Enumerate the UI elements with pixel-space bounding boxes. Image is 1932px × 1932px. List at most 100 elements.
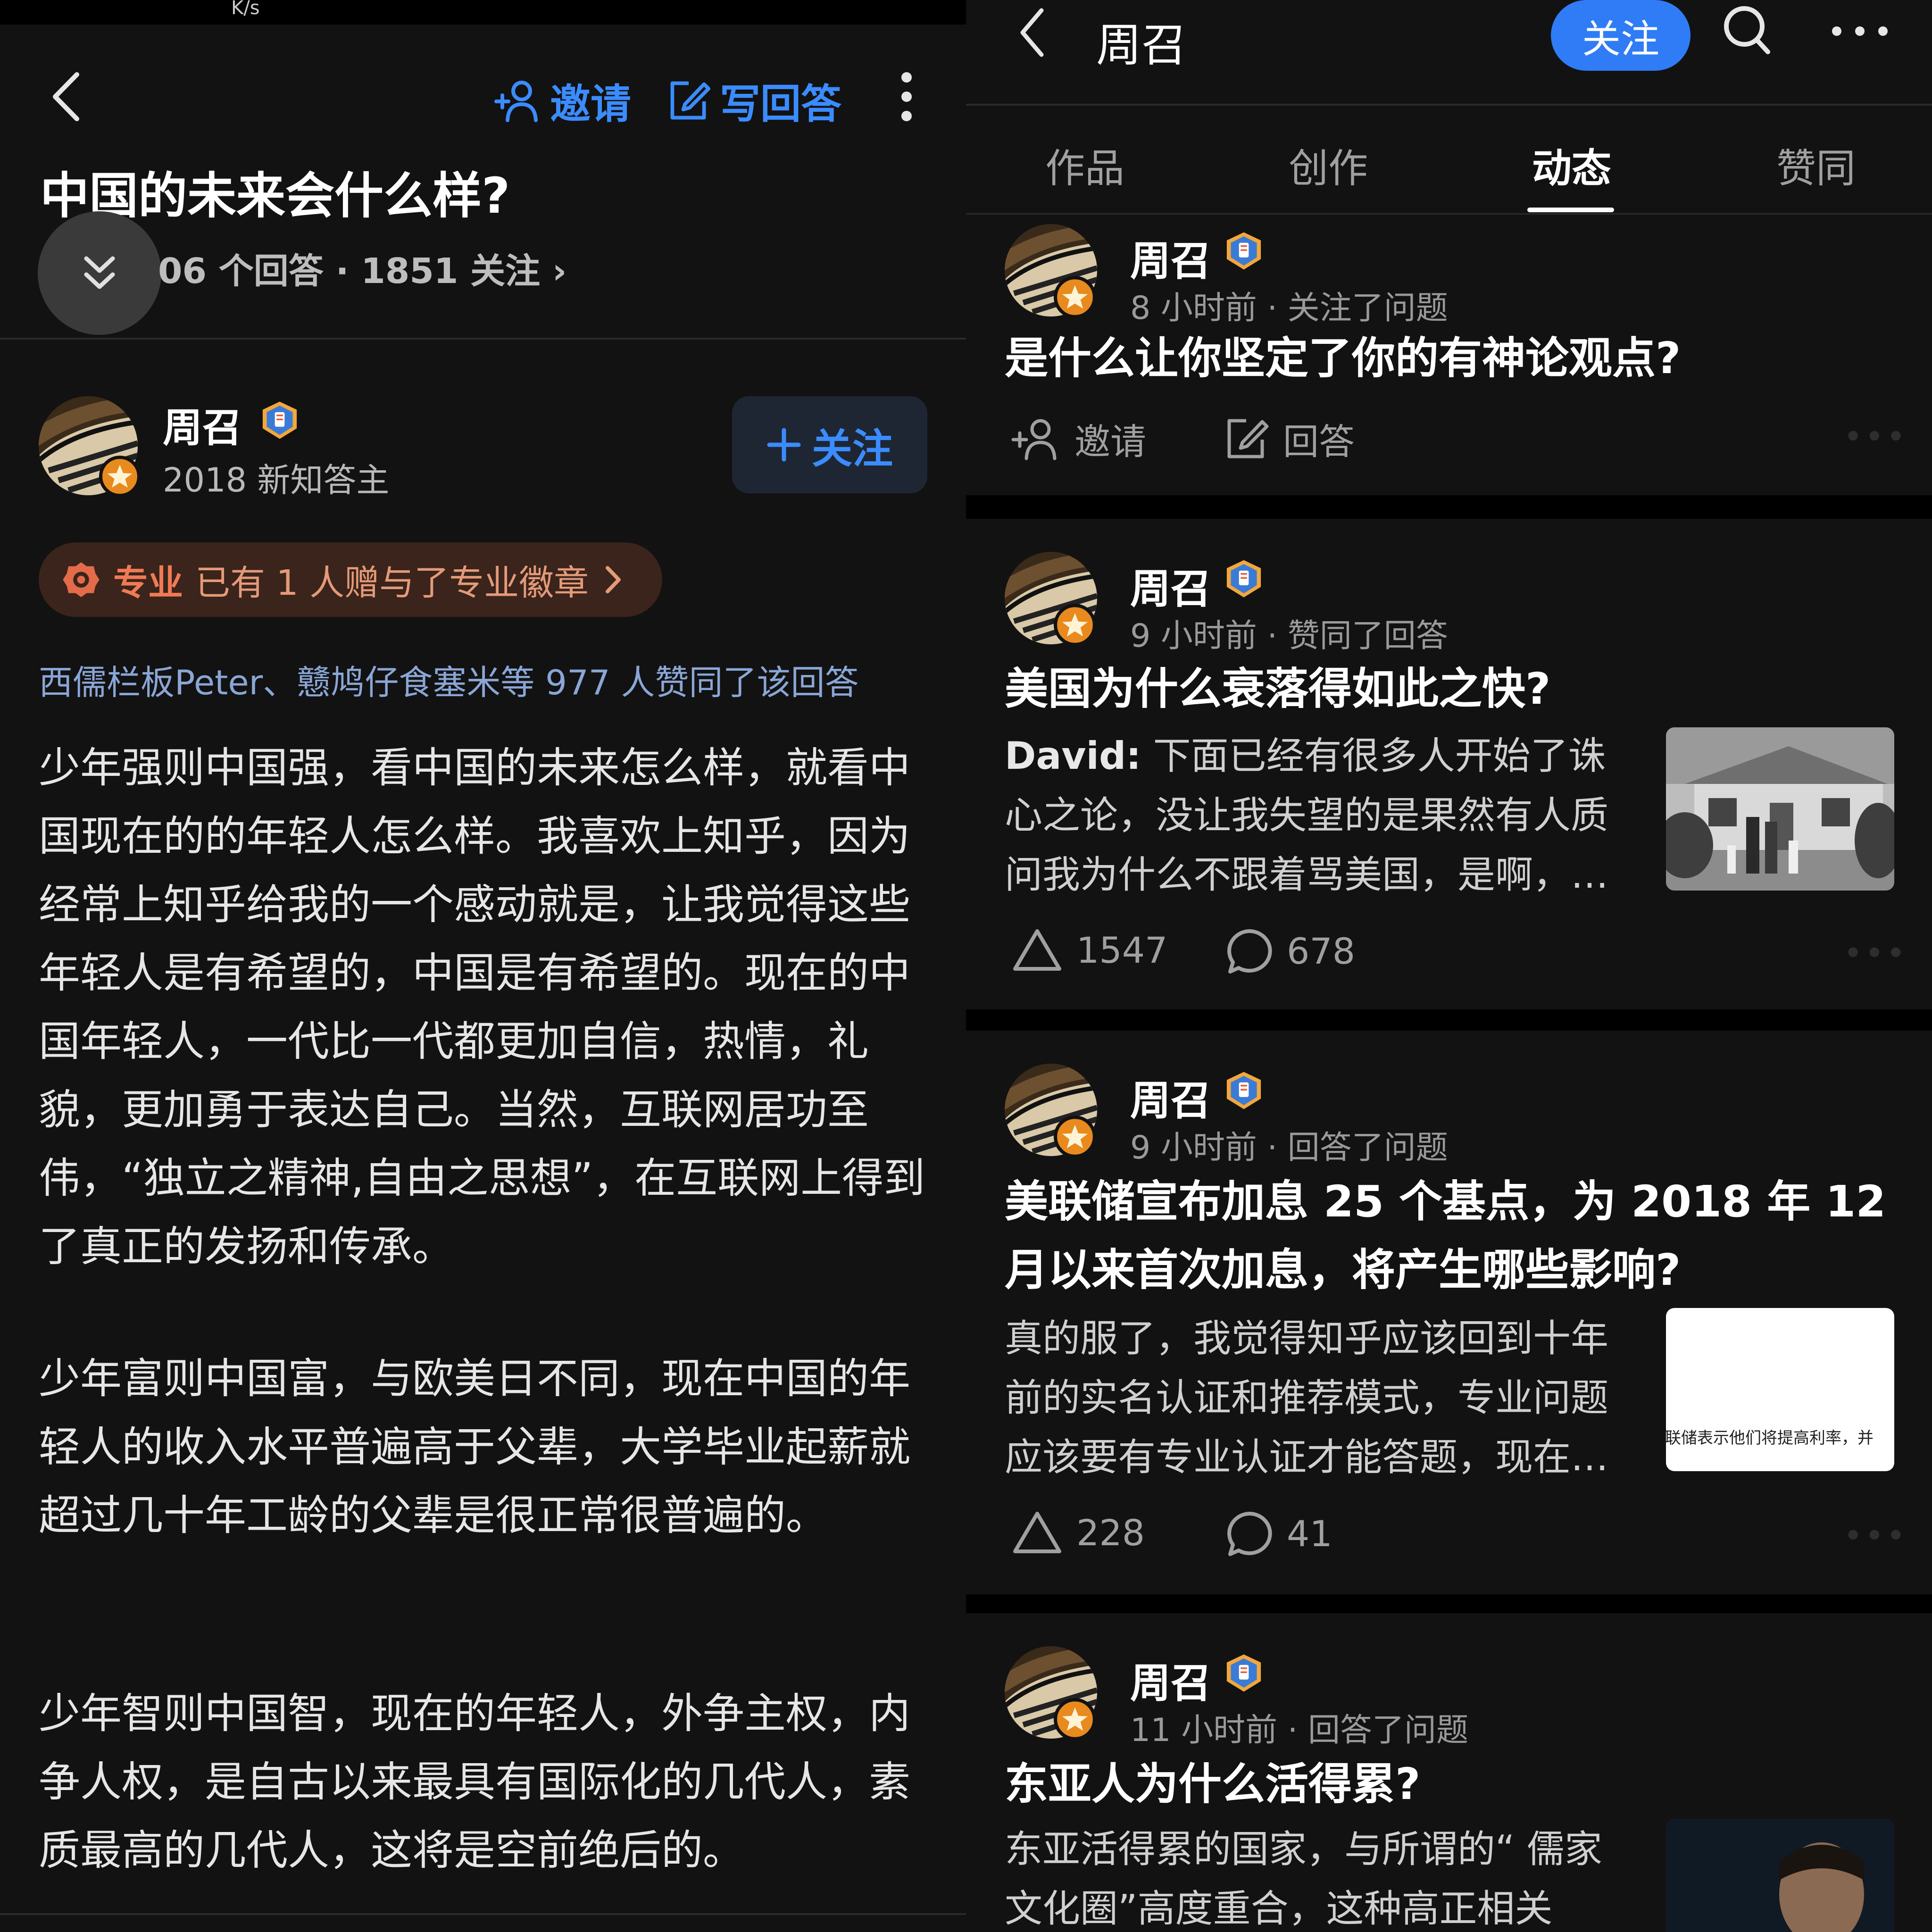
- author-name[interactable]: 周召: [1130, 1067, 1211, 1126]
- comment-count: 41: [1287, 1512, 1332, 1555]
- answer-excerpt[interactable]: David: 下面已经有很多人开始了诛心之论，没让我失望的是果然有人质问我为什么…: [1005, 726, 1632, 906]
- author-name[interactable]: 周召: [163, 396, 242, 453]
- tab-creation[interactable]: 创作: [1289, 137, 1368, 194]
- tab-activity[interactable]: 动态: [1532, 137, 1611, 194]
- verified-badge-icon: [1226, 1072, 1261, 1109]
- comment-button[interactable]: 678: [1224, 927, 1355, 974]
- upvote-button[interactable]: 228: [1011, 1510, 1145, 1555]
- more-icon[interactable]: •••: [1843, 417, 1907, 456]
- feed-item[interactable]: 周召 11 小时前 · 回答了问题 东亚人为什么活得累? 东亚活得累的国家，与所…: [966, 1613, 1932, 1932]
- back-icon[interactable]: [50, 71, 83, 123]
- comment-icon: [1227, 929, 1272, 974]
- badge-text: 已有 1 人赠与了专业徽章: [195, 562, 589, 603]
- invite-label: 邀请: [1074, 421, 1146, 463]
- follow-button[interactable]: 关注: [1551, 0, 1690, 71]
- more-icon[interactable]: •••: [1843, 1516, 1907, 1555]
- author-subtitle: 2018 新知答主: [163, 461, 390, 500]
- feed-item[interactable]: 周召 9 小时前 · 赞同了回答 美国为什么衰落得如此之快? David: 下面…: [966, 519, 1932, 1009]
- more-horizontal-icon[interactable]: [1829, 22, 1890, 41]
- comment-button[interactable]: 41: [1224, 1510, 1332, 1557]
- answer-button[interactable]: 回答: [1223, 413, 1355, 465]
- feed-item[interactable]: 周召 9 小时前 · 回答了问题 美联储宣布加息 25 个基点，为 2018 年…: [966, 1031, 1932, 1594]
- profile-name: 周召: [1096, 19, 1187, 72]
- double-chevron-down-icon: [84, 256, 115, 289]
- badge-tag: 专业: [113, 562, 183, 603]
- collapse-button[interactable]: [38, 211, 161, 335]
- answer-pane: K/s 邀请 写回答 中国的未来会什么样? 06 个回答 · 1851 关注 ›: [0, 0, 966, 1932]
- question-title[interactable]: 是什么让你坚定了你的有神论观点?: [1005, 324, 1681, 392]
- upvote-button[interactable]: 1547: [1011, 927, 1167, 973]
- excerpt-author: David:: [1005, 734, 1141, 778]
- upvote-count: 228: [1076, 1511, 1145, 1554]
- star-badge-icon: [1054, 1698, 1096, 1740]
- invite-icon: [494, 80, 538, 122]
- network-speed: K/s: [231, 0, 260, 19]
- answer-paragraph: 少年智则中国智，现在的年轻人，外争主权，内争人权，是自古以来最具有国际化的几代人…: [39, 1689, 911, 1874]
- author-name[interactable]: 周召: [1130, 556, 1211, 615]
- answer-excerpt[interactable]: 东亚活得累的国家，与所谓的“ 儒家文化圈”高度重合，这种高正相关: [1005, 1820, 1632, 1932]
- question-title[interactable]: 东亚人为什么活得累?: [1005, 1750, 1420, 1818]
- upvote-count: 1547: [1076, 929, 1168, 971]
- more-vertical-icon[interactable]: [896, 71, 917, 123]
- answer-label: 回答: [1283, 421, 1355, 463]
- activity-meta: 11 小时前 · 回答了问题: [1130, 1712, 1468, 1749]
- answer-paragraph: 少年富则中国富，与欧美日不同，现在中国的年轻人的收入水平普遍高于父辈，大学毕业起…: [39, 1354, 911, 1540]
- star-badge-icon: [1054, 1116, 1096, 1158]
- more-icon[interactable]: •••: [1843, 934, 1907, 973]
- divider: [0, 338, 966, 340]
- verified-badge-icon: [1226, 232, 1261, 270]
- feed-separator: [966, 1009, 1932, 1031]
- divider: [0, 1913, 966, 1915]
- back-icon[interactable]: [1018, 7, 1046, 58]
- verified-badge-icon: [1226, 1654, 1261, 1692]
- feed-separator: [966, 1594, 1932, 1613]
- thumbnail-text: 联储表示他们将提高利率，并: [1666, 1429, 1874, 1448]
- answer-thumbnail[interactable]: [1666, 727, 1894, 891]
- question-title[interactable]: 美国为什么衰落得如此之快?: [1005, 655, 1550, 723]
- plus-icon: [767, 428, 801, 462]
- activity-meta: 9 小时前 · 赞同了回答: [1130, 617, 1448, 655]
- active-tab-indicator: [1527, 208, 1614, 212]
- invite-button[interactable]: 邀请: [494, 71, 631, 130]
- star-badge-icon: [1054, 276, 1096, 318]
- comment-count: 678: [1287, 930, 1356, 972]
- follow-button[interactable]: 关注: [732, 396, 927, 493]
- invite-icon: [1011, 419, 1057, 460]
- tab-upvoted[interactable]: 赞同: [1776, 137, 1856, 194]
- answer-thumbnail[interactable]: 联储表示他们将提高利率，并: [1666, 1308, 1894, 1471]
- question-stats[interactable]: 06 个回答 · 1851 关注 ›: [158, 243, 566, 293]
- divider: [966, 104, 1932, 106]
- author-name[interactable]: 周召: [1130, 228, 1211, 287]
- invite-button[interactable]: 邀请: [1009, 413, 1146, 465]
- profile-pane: 周召 关注 作品 创作 动态 赞同 周召 8 小时前 · 关注了问题 是什么让你…: [966, 0, 1932, 1932]
- professional-badge-pill[interactable]: 专业 已有 1 人赠与了专业徽章: [39, 542, 662, 617]
- follow-label: 关注: [812, 425, 893, 473]
- upvote-icon: [1013, 929, 1061, 971]
- verified-badge-icon: [262, 401, 297, 439]
- answer-thumbnail[interactable]: [1666, 1819, 1894, 1932]
- upvote-icon: [1013, 1512, 1061, 1553]
- activity-meta: 9 小时前 · 回答了问题: [1130, 1129, 1448, 1166]
- medal-icon: [63, 562, 100, 597]
- feed-item[interactable]: 周召 8 小时前 · 关注了问题 是什么让你坚定了你的有神论观点? 邀请 回答 …: [966, 215, 1932, 495]
- feed-separator: [966, 495, 1932, 519]
- edit-icon: [670, 81, 711, 119]
- chevron-right-icon: [606, 566, 621, 593]
- comment-icon: [1227, 1511, 1272, 1556]
- star-badge-icon: [1054, 604, 1096, 646]
- answer-paragraph: 少年强则中国强，看中国的未来怎么样，就看中国现在的的年轻人怎么样。我喜欢上知乎，…: [39, 743, 925, 1271]
- star-badge-icon: [99, 456, 141, 497]
- write-answer-label: 写回答: [720, 81, 841, 128]
- likers-text[interactable]: 西儒栏板Peter、戆鸠仔食塞米等 977 人赞同了该回答: [39, 655, 858, 704]
- verified-badge-icon: [1226, 560, 1261, 598]
- search-icon[interactable]: [1721, 3, 1773, 59]
- author-name[interactable]: 周召: [1130, 1650, 1211, 1709]
- write-answer-button[interactable]: 写回答: [666, 71, 841, 130]
- tab-works[interactable]: 作品: [1045, 137, 1124, 194]
- question-title[interactable]: 美联储宣布加息 25 个基点，为 2018 年 12 月以来首次加息，将产生哪些…: [1005, 1167, 1915, 1304]
- status-bar: K/s: [0, 0, 966, 25]
- activity-meta: 8 小时前 · 关注了问题: [1130, 290, 1448, 327]
- invite-label: 邀请: [550, 81, 631, 128]
- edit-icon: [1227, 419, 1269, 458]
- answer-excerpt[interactable]: 真的服了，我觉得知乎应该回到十年前的实名认证和推荐模式，专业问题应该要有专业认证…: [1005, 1309, 1632, 1488]
